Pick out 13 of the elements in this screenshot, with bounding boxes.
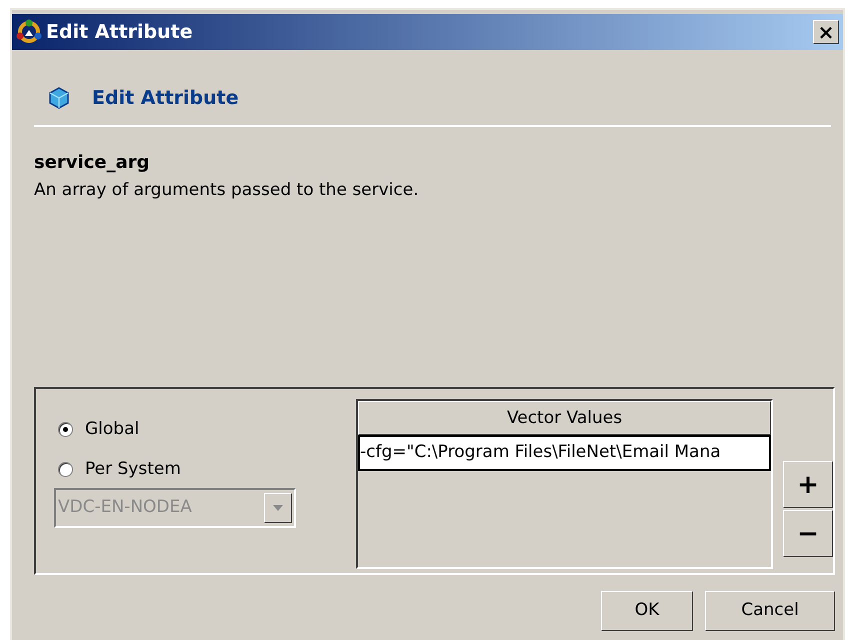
window-title: Edit Attribute xyxy=(46,20,193,45)
radio-label[interactable]: Global xyxy=(85,417,140,442)
attribute-description: An array of arguments passed to the service. xyxy=(33,178,420,202)
close-button[interactable]: × xyxy=(813,20,839,44)
attribute-name: service_arg xyxy=(33,150,150,174)
header-title: Edit Attribute xyxy=(92,86,239,111)
table-cell[interactable]: -cfg="C:\Program Files\FileNet\Email Mana xyxy=(358,435,771,471)
radio-label[interactable]: Per System xyxy=(85,456,181,482)
column-header[interactable]: Vector Values xyxy=(358,401,771,435)
add-button[interactable]: + xyxy=(783,461,833,508)
ok-button[interactable]: OK xyxy=(601,591,693,631)
remove-button[interactable]: − xyxy=(783,510,833,557)
cancel-button[interactable]: Cancel xyxy=(705,591,835,631)
